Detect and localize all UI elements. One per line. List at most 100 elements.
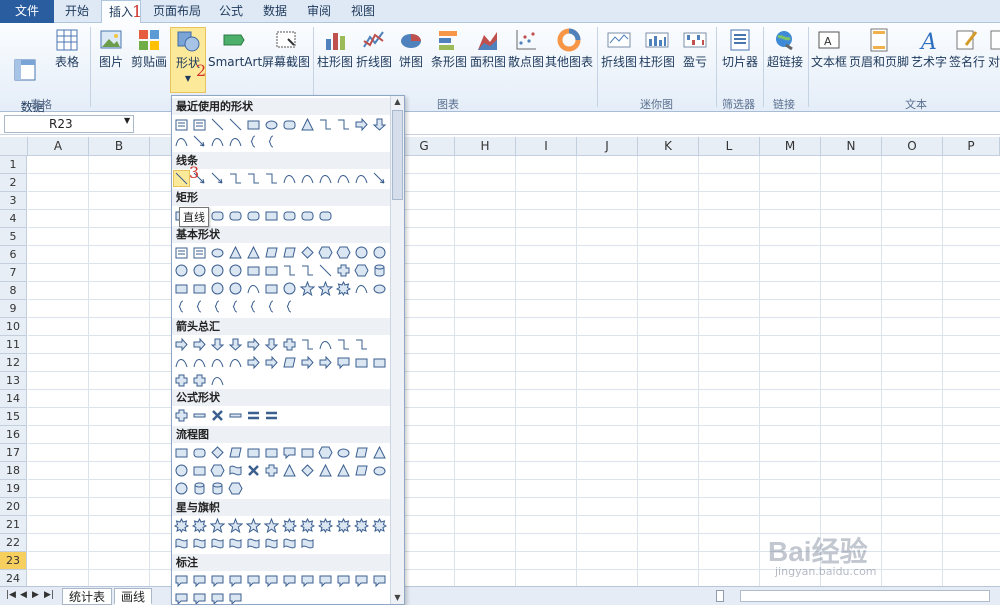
rrect-shape-icon[interactable] — [318, 208, 333, 223]
hex-shape-icon[interactable] — [228, 481, 243, 496]
rrect-shape-icon[interactable] — [300, 208, 315, 223]
ell-shape-icon[interactable] — [336, 445, 351, 460]
row-header-17[interactable]: 17 — [0, 444, 27, 462]
flag-shape-icon[interactable] — [228, 463, 243, 478]
elbow-shape-icon[interactable] — [336, 117, 351, 132]
rrect-shape-icon[interactable] — [210, 208, 225, 223]
row-header-15[interactable]: 15 — [0, 408, 27, 426]
brace-shape-icon[interactable] — [246, 299, 261, 314]
name-box[interactable]: R23 — [4, 115, 134, 133]
brace-shape-icon[interactable] — [174, 299, 189, 314]
flag-shape-icon[interactable] — [264, 536, 279, 551]
column-header-J[interactable]: J — [577, 137, 638, 156]
curve-shape-icon[interactable] — [192, 355, 207, 370]
arrowR-shape-icon[interactable] — [318, 355, 333, 370]
hex-shape-icon[interactable] — [354, 263, 369, 278]
column-header-O[interactable]: O — [882, 137, 943, 156]
callout-shape-icon[interactable] — [372, 573, 387, 588]
cyl-shape-icon[interactable] — [192, 481, 207, 496]
clipart-button[interactable]: 剪贴画 — [130, 27, 168, 70]
tri-shape-icon[interactable] — [300, 117, 315, 132]
text-shape-icon[interactable] — [192, 245, 207, 260]
rect-shape-icon[interactable] — [264, 281, 279, 296]
curve-shape-icon[interactable] — [210, 134, 225, 149]
curve-shape-icon[interactable] — [174, 134, 189, 149]
row-header-1[interactable]: 1 — [0, 156, 27, 174]
scroll-thumb[interactable] — [392, 110, 403, 200]
tab-review[interactable]: 审阅 — [300, 0, 338, 23]
ell-shape-icon[interactable] — [372, 463, 387, 478]
sheet-tab-active[interactable]: 画线 — [114, 588, 153, 605]
arrowR-shape-icon[interactable] — [300, 355, 315, 370]
next-sheet-icon[interactable]: ▶ — [32, 590, 39, 600]
last-sheet-icon[interactable]: ▶| — [44, 590, 54, 600]
circ-shape-icon[interactable] — [174, 481, 189, 496]
curve-shape-icon[interactable] — [210, 373, 225, 388]
column-header-K[interactable]: K — [638, 137, 699, 156]
rect-shape-icon[interactable] — [246, 263, 261, 278]
callout-shape-icon[interactable] — [282, 445, 297, 460]
row-header-16[interactable]: 16 — [0, 426, 27, 444]
tri-shape-icon[interactable] — [246, 245, 261, 260]
arrowR-shape-icon[interactable] — [246, 355, 261, 370]
eq-shape-icon[interactable] — [264, 408, 279, 423]
curve-shape-icon[interactable] — [354, 281, 369, 296]
tri-shape-icon[interactable] — [336, 463, 351, 478]
rect-shape-icon[interactable] — [354, 355, 369, 370]
arrowR-shape-icon[interactable] — [354, 117, 369, 132]
curve-shape-icon[interactable] — [246, 281, 261, 296]
circ-shape-icon[interactable] — [174, 263, 189, 278]
burst-shape-icon[interactable] — [318, 518, 333, 533]
times-shape-icon[interactable] — [246, 463, 261, 478]
textbox-button[interactable]: A 文本框 — [810, 27, 848, 70]
elbow-shape-icon[interactable] — [336, 337, 351, 352]
scroll-down-icon[interactable]: ▼ — [392, 593, 403, 604]
callout-shape-icon[interactable] — [246, 573, 261, 588]
para-shape-icon[interactable] — [264, 245, 279, 260]
arrowR-shape-icon[interactable] — [174, 337, 189, 352]
text-shape-icon[interactable] — [174, 245, 189, 260]
brace-shape-icon[interactable] — [246, 134, 261, 149]
star-shape-icon[interactable] — [300, 281, 315, 296]
rect-shape-icon[interactable] — [300, 445, 315, 460]
tab-view[interactable]: 视图 — [344, 0, 382, 23]
plus-shape-icon[interactable] — [336, 263, 351, 278]
callout-shape-icon[interactable] — [300, 573, 315, 588]
slicer-button[interactable]: 切片器 — [720, 27, 760, 70]
first-sheet-icon[interactable]: |◀ — [6, 590, 16, 600]
callout-shape-icon[interactable] — [210, 591, 225, 605]
signature-line-button[interactable]: 签名行 — [948, 27, 986, 70]
star-shape-icon[interactable] — [318, 281, 333, 296]
row-header-13[interactable]: 13 — [0, 372, 27, 390]
curve-shape-icon[interactable] — [228, 355, 243, 370]
circ-shape-icon[interactable] — [354, 245, 369, 260]
curve-shape-icon[interactable] — [300, 171, 315, 186]
star-shape-icon[interactable] — [228, 518, 243, 533]
row-header-21[interactable]: 21 — [0, 516, 27, 534]
para-shape-icon[interactable] — [354, 463, 369, 478]
callout-shape-icon[interactable] — [318, 573, 333, 588]
para-shape-icon[interactable] — [282, 355, 297, 370]
sparkline-column-button[interactable]: 柱形图 — [638, 27, 676, 70]
curve-shape-icon[interactable] — [354, 171, 369, 186]
column-header-A[interactable]: A — [28, 137, 89, 156]
pie-chart-button[interactable]: 饼图 — [396, 27, 426, 70]
curve-shape-icon[interactable] — [336, 171, 351, 186]
row-header-12[interactable]: 12 — [0, 354, 27, 372]
ell-shape-icon[interactable] — [372, 281, 387, 296]
star-shape-icon[interactable] — [246, 518, 261, 533]
row-header-7[interactable]: 7 — [0, 264, 27, 282]
arrowR-shape-icon[interactable] — [192, 337, 207, 352]
hex-shape-icon[interactable] — [336, 245, 351, 260]
callout-shape-icon[interactable] — [282, 573, 297, 588]
curve-shape-icon[interactable] — [318, 337, 333, 352]
hex-shape-icon[interactable] — [318, 245, 333, 260]
para-shape-icon[interactable] — [228, 445, 243, 460]
callout-shape-icon[interactable] — [228, 573, 243, 588]
elbow-shape-icon[interactable] — [300, 337, 315, 352]
elbow-shape-icon[interactable] — [282, 263, 297, 278]
sheet-tab[interactable]: 统计表 — [62, 588, 113, 605]
rect-shape-icon[interactable] — [192, 463, 207, 478]
row-header-4[interactable]: 4 — [0, 210, 27, 228]
para-shape-icon[interactable] — [282, 245, 297, 260]
